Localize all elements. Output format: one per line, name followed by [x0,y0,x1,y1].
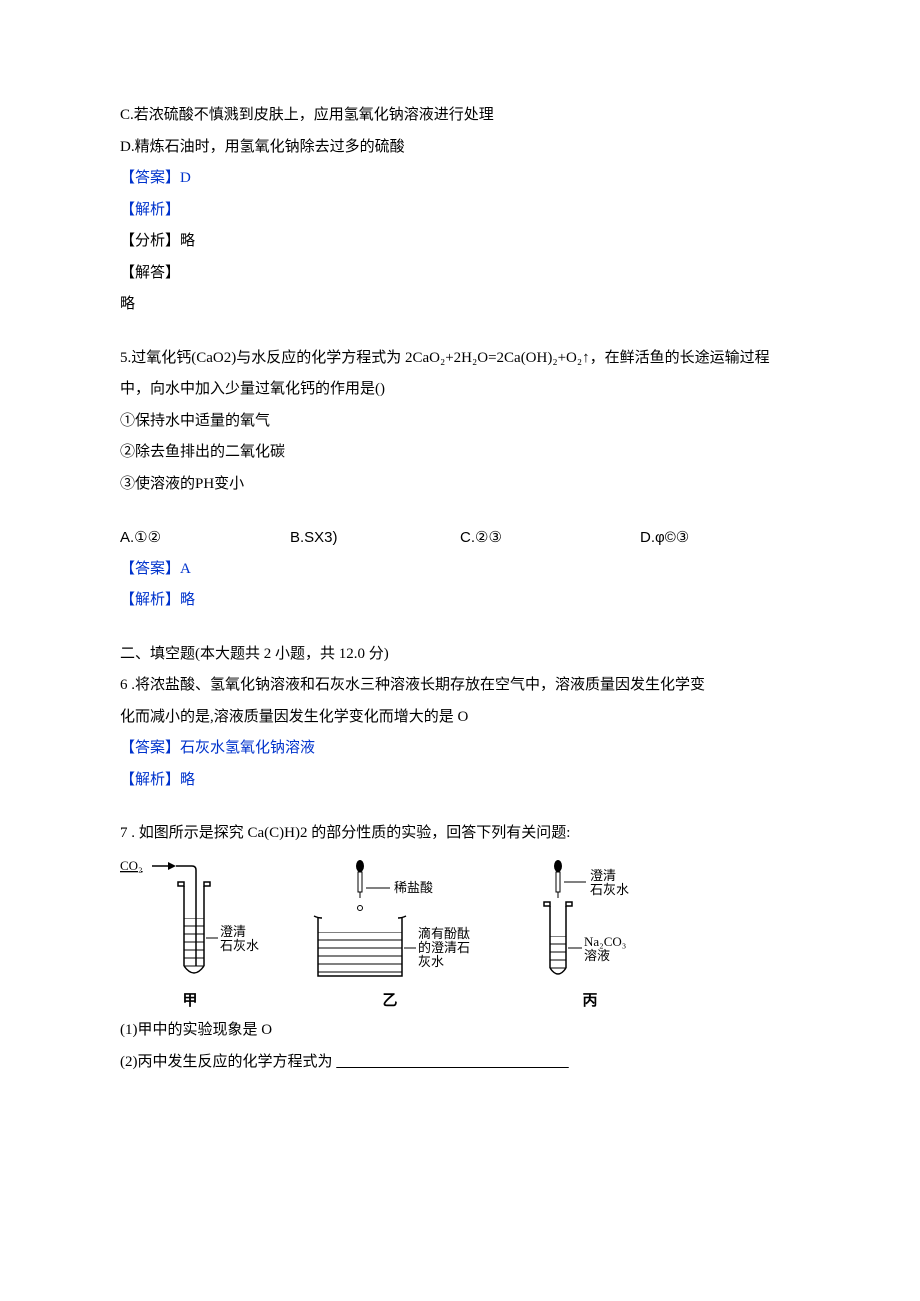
q5-option-c: C.②③ [460,522,640,554]
yi-label2: 的澄清石 [418,940,470,955]
q7-sub2-blank [336,1054,569,1070]
q6-stem-line2: 化而减小的是,溶液质量因发生化学变化而增大的是 O [120,702,800,734]
spacer [120,796,800,818]
q5-option-d: D.φ©③ [640,522,800,554]
spacer [120,617,800,639]
q5-stem-line2: 中，向水中加入少量过氧化钙的作用是() [120,374,800,406]
yi-label3: 灰水 [418,954,444,969]
q4-analysis: 【分析】略 [120,226,800,258]
diagram-yi-svg: 稀盐酸 滴有酚酞 的澄清石 灰水 [290,858,490,993]
q7-diagram-row: CO₂ [120,858,800,1010]
caption-bing: 丙 [582,993,597,1010]
q6-explain-label: 【解析】略 [120,765,800,797]
diagram-bing-svg: 澄清 石灰水 Na₂CO₃ [520,858,660,993]
q7-sub2-text: (2)丙中发生反应的化学方程式为 [120,1054,336,1070]
yi-acid-label: 稀盐酸 [394,880,433,895]
diagram-bing: 澄清 石灰水 Na₂CO₃ [520,858,660,1010]
q5-options-row: A.①② B.SX3) C.②③ D.φ©③ [120,522,800,554]
q5-answer: 【答案】A [120,554,800,586]
q4-explain-label: 【解析】 [120,195,800,227]
q4-solve-label: 【解答】 [120,258,800,290]
q7-sub2: (2)丙中发生反应的化学方程式为 [120,1047,800,1079]
q7-stem: 7 . 如图所示是探究 Ca(C)H)2 的部分性质的实验，回答下列有关问题: [120,818,800,850]
bing-label2: 石灰水 [590,882,629,897]
q5-stem-line1: 5.过氧化钙(CaO2)与水反应的化学方程式为 2CaO₂+2H₂O=2Ca(O… [120,343,800,375]
q5-item3: ③使溶液的PH变小 [120,469,800,501]
q5-item2: ②除去鱼排出的二氧化碳 [120,437,800,469]
q4-none: 略 [120,289,800,321]
q4-answer: 【答案】D [120,163,800,195]
jia-label1: 澄清 [220,924,246,939]
yi-label1: 滴有酚酞 [418,926,470,941]
jia-label2: 石灰水 [220,938,259,953]
co2-label: CO₂ [120,858,143,873]
q4-option-c: C.若浓硫酸不慎溅到皮肤上，应用氢氧化钠溶液进行处理 [120,100,800,132]
bing-label4: 溶液 [584,948,610,963]
bing-label3: Na₂CO₃ [584,934,626,949]
q5-explain-label: 【解析】略 [120,585,800,617]
spacer [120,500,800,522]
caption-yi: 乙 [382,993,397,1010]
q5-item1: ①保持水中适量的氧气 [120,406,800,438]
diagram-jia: CO₂ [120,858,260,1010]
bing-label1: 澄清 [590,868,616,883]
document-page: C.若浓硫酸不慎溅到皮肤上，应用氢氧化钠溶液进行处理 D.精炼石油时，用氢氧化钠… [0,0,920,1138]
q4-option-d: D.精炼石油时，用氢氧化钠除去过多的硫酸 [120,132,800,164]
spacer [120,321,800,343]
q7-sub1: (1)甲中的实验现象是 O [120,1015,800,1047]
q5-option-a: A.①② [120,522,290,554]
caption-jia: 甲 [182,993,197,1010]
q6-answer: 【答案】石灰水氢氧化钠溶液 [120,733,800,765]
q6-stem-line1: 6 .将浓盐酸、氢氧化钠溶液和石灰水三种溶液长期存放在空气中，溶液质量因发生化学… [120,670,800,702]
q5-option-b: B.SX3) [290,522,460,554]
diagram-jia-svg: CO₂ [120,858,260,993]
diagram-yi: 稀盐酸 滴有酚酞 的澄清石 灰水 [290,858,490,1010]
section2-header: 二、填空题(本大题共 2 小题，共 12.0 分) [120,639,800,671]
